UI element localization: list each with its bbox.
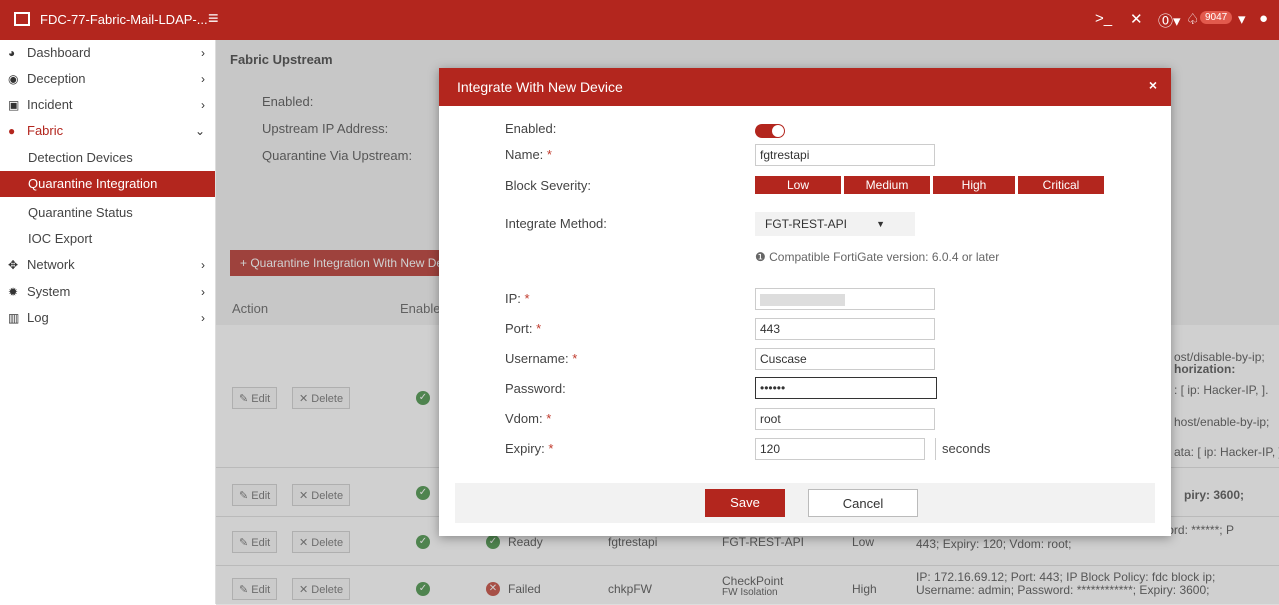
chevron-right-icon: ›: [201, 258, 205, 272]
ip-field[interactable]: [755, 288, 935, 310]
sidebar-item-deception[interactable]: ◉ Deception ›: [0, 66, 215, 92]
enabled-label: Enabled:: [505, 121, 557, 136]
sidebar-item-label: Network: [27, 257, 75, 272]
network-icon: ✥: [8, 258, 19, 272]
name-label: Name: *: [505, 147, 552, 162]
app-grid-icon: [14, 12, 30, 26]
sidebar-item-label: Deception: [27, 71, 86, 86]
vdom-label: Vdom: *: [505, 411, 552, 426]
log-icon: ▥: [8, 311, 20, 325]
expiry-unit: seconds: [935, 438, 990, 460]
alert-count-badge[interactable]: 9047: [1200, 11, 1233, 24]
app-title[interactable]: FDC-77-Fabric-Mail-LDAP-...: [40, 12, 208, 27]
incident-icon: ▣: [8, 98, 20, 112]
dialog-footer: Save Cancel: [455, 483, 1155, 523]
sidebar-item-dashboard[interactable]: ◕ Dashboard ›: [0, 40, 215, 66]
port-field[interactable]: 443: [755, 318, 935, 340]
help-icon[interactable]: ⓪▾: [1158, 10, 1181, 31]
port-label: Port: *: [505, 321, 542, 336]
username-label: Username: *: [505, 351, 578, 366]
password-field[interactable]: ••••••: [755, 377, 937, 399]
name-field[interactable]: fgtrestapi: [755, 144, 935, 166]
expiry-field[interactable]: 120: [755, 438, 925, 460]
sidebar-item-system[interactable]: ✹ System ›: [0, 279, 215, 305]
chevron-right-icon: ›: [201, 46, 205, 60]
close-icon[interactable]: ×: [1149, 77, 1157, 93]
deception-icon: ◉: [8, 72, 19, 86]
severity-option-low[interactable]: Low: [755, 176, 841, 194]
dialog-header: Integrate With New Device ×: [439, 68, 1171, 106]
ip-label: IP: *: [505, 291, 530, 306]
integrate-method-label: Integrate Method:: [505, 216, 607, 231]
sidebar-subitem-detection-devices[interactable]: Detection Devices: [0, 145, 215, 171]
sidebar-subitem-label: Quarantine Integration: [28, 176, 158, 191]
chevron-right-icon: ›: [201, 311, 205, 325]
severity-option-medium[interactable]: Medium: [844, 176, 930, 194]
chevron-down-icon[interactable]: ▾: [1238, 10, 1246, 28]
chevron-right-icon: ›: [201, 72, 205, 86]
sidebar-item-label: System: [27, 284, 71, 299]
dashboard-icon: ◕: [8, 46, 16, 60]
sidebar-subitem-label: Quarantine Status: [28, 205, 133, 220]
chevron-right-icon: ›: [201, 285, 205, 299]
severity-option-high[interactable]: High: [933, 176, 1015, 194]
toggle-knob: [772, 125, 784, 137]
integrate-device-dialog: Integrate With New Device × Enabled: Nam…: [439, 68, 1171, 536]
expiry-label: Expiry: *: [505, 441, 554, 456]
top-bar: FDC-77-Fabric-Mail-LDAP-... ≡ >_ ✕ ⓪▾ ♤ …: [0, 0, 1279, 40]
terminal-icon[interactable]: >_: [1095, 10, 1112, 27]
sidebar: ◕ Dashboard › ◉ Deception › ▣ Incident ›…: [0, 40, 216, 604]
bell-icon[interactable]: ♤: [1186, 10, 1199, 28]
menu-toggle-icon[interactable]: ≡: [208, 8, 219, 29]
cancel-button[interactable]: Cancel: [808, 489, 918, 517]
enabled-toggle[interactable]: [755, 124, 785, 138]
sidebar-item-log[interactable]: ▥ Log ›: [0, 305, 215, 331]
tools-icon[interactable]: ✕: [1130, 10, 1143, 28]
chevron-down-icon: ⌄: [194, 124, 205, 138]
sidebar-subitem-label: Detection Devices: [28, 150, 133, 165]
integrate-method-select[interactable]: FGT-REST-API ▼: [755, 212, 915, 236]
vdom-field[interactable]: root: [755, 408, 935, 430]
dialog-title: Integrate With New Device: [457, 79, 623, 95]
chevron-right-icon: ›: [201, 98, 205, 112]
sidebar-item-label: Log: [27, 310, 49, 325]
gear-icon: ✹: [8, 285, 19, 299]
block-severity-label: Block Severity:: [505, 178, 591, 193]
caret-down-icon: ▼: [876, 219, 885, 229]
sidebar-item-fabric[interactable]: ● Fabric ⌄: [0, 118, 215, 144]
sidebar-subitem-ioc-export[interactable]: IOC Export: [0, 226, 215, 252]
username-field[interactable]: Cuscase: [755, 348, 935, 370]
fabric-icon: ●: [8, 124, 16, 138]
info-icon: ❶: [755, 250, 766, 264]
sidebar-item-label: Dashboard: [27, 45, 91, 60]
select-value: FGT-REST-API: [765, 217, 848, 231]
sidebar-item-network[interactable]: ✥ Network ›: [0, 252, 215, 278]
sidebar-subitem-quarantine-integration[interactable]: Quarantine Integration: [0, 171, 215, 197]
sidebar-item-incident[interactable]: ▣ Incident ›: [0, 92, 215, 118]
sidebar-subitem-quarantine-status[interactable]: Quarantine Status: [0, 200, 215, 226]
user-icon[interactable]: ●: [1259, 10, 1268, 27]
sidebar-item-label: Fabric: [27, 123, 64, 138]
blurred-ip: [760, 293, 845, 306]
sidebar-subitem-label: IOC Export: [28, 231, 93, 246]
sidebar-item-label: Incident: [27, 97, 73, 112]
severity-option-critical[interactable]: Critical: [1018, 176, 1104, 194]
compat-note: ❶ Compatible FortiGate version: 6.0.4 or…: [755, 250, 1000, 264]
save-button[interactable]: Save: [705, 489, 785, 517]
password-label: Password:: [505, 381, 566, 396]
